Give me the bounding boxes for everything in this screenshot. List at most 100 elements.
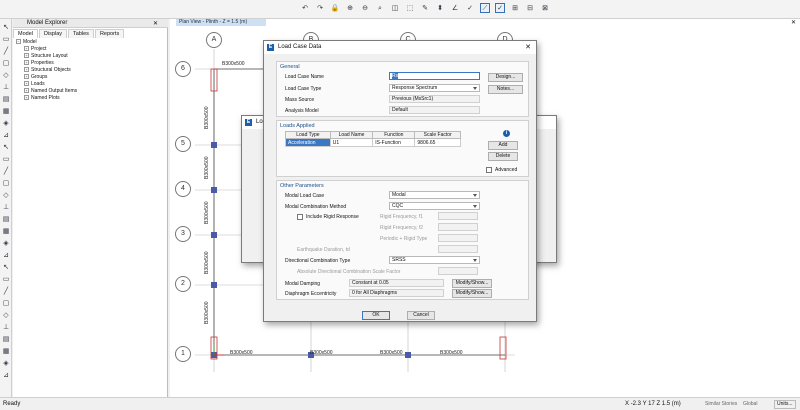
tab-display[interactable]: Display <box>38 29 68 38</box>
draw-tool-icon[interactable]: ▢ <box>1 298 11 308</box>
modify-damping-button[interactable]: Modify/Show... <box>452 279 492 288</box>
draw-tool-icon[interactable]: ⊿ <box>1 370 11 380</box>
draw-tool-icon[interactable]: ▤ <box>1 214 11 224</box>
notes-button[interactable]: Notes... <box>488 85 523 94</box>
toolbar-tool-icon[interactable]: ◫ <box>390 3 400 13</box>
toolbar-tool-icon[interactable]: ↶ <box>300 3 310 13</box>
draw-tool-icon[interactable]: ↖ <box>1 22 11 32</box>
toolbar-tool-icon[interactable]: ⬚ <box>405 3 415 13</box>
tab-reports[interactable]: Reports <box>94 29 125 38</box>
draw-tool-icon[interactable]: ▭ <box>1 34 11 44</box>
draw-tool-icon[interactable]: ▭ <box>1 274 11 284</box>
modal-load-case-select[interactable]: Modal <box>389 191 480 199</box>
delete-button[interactable]: Delete <box>488 152 518 161</box>
tree-node[interactable]: + Loads <box>24 81 45 87</box>
load-case-type-select[interactable]: Response Spectrum <box>389 84 480 92</box>
expand-icon[interactable]: + <box>24 53 29 59</box>
toolbar-tool-icon[interactable]: ↷ <box>315 3 325 13</box>
coordinate-system-dropdown[interactable]: Global <box>743 398 757 410</box>
load-name-cell[interactable]: U1 <box>329 138 374 147</box>
expand-icon[interactable]: + <box>24 81 29 87</box>
general-group: General Load Case Name Rs Load Case Type… <box>276 61 529 117</box>
toolbar-tool-icon[interactable]: 🔒 <box>330 3 340 13</box>
scale-factor-cell[interactable]: 9806.65 <box>414 138 461 147</box>
info-icon[interactable]: i <box>503 130 510 137</box>
tree-node[interactable]: + Groups <box>24 74 47 80</box>
draw-tool-icon[interactable]: ▤ <box>1 94 11 104</box>
toolbar-tool-icon[interactable]: ✓ <box>495 3 505 13</box>
draw-tool-icon[interactable]: ◇ <box>1 70 11 80</box>
draw-tool-icon[interactable]: ╱ <box>1 46 11 56</box>
load-case-name-input[interactable]: Rs <box>389 72 480 80</box>
draw-tool-icon[interactable]: ▢ <box>1 58 11 68</box>
table-row[interactable]: Acceleration U1 IS-Function 9806.65 <box>285 138 461 147</box>
units-button[interactable]: Units... <box>774 400 796 409</box>
close-icon[interactable]: ✕ <box>791 19 796 26</box>
plan-view-tab[interactable]: Plan View - Plinth - Z = 1.5 (m) <box>176 19 266 26</box>
tree-node[interactable]: + Named Output Items <box>24 88 77 94</box>
toolbar-tool-icon[interactable]: ⊖ <box>360 3 370 13</box>
expand-icon[interactable]: + <box>24 46 29 52</box>
draw-tool-icon[interactable]: ◈ <box>1 358 11 368</box>
toolbar-tool-icon[interactable]: ✓ <box>465 3 475 13</box>
draw-tool-icon[interactable]: ◇ <box>1 190 11 200</box>
draw-tool-icon[interactable]: ⊥ <box>1 202 11 212</box>
rigid-response-checkbox[interactable] <box>297 214 303 220</box>
draw-tool-icon[interactable]: ⊥ <box>1 322 11 332</box>
draw-tool-icon[interactable]: ▦ <box>1 226 11 236</box>
expand-icon[interactable]: + <box>24 67 29 73</box>
load-type-cell[interactable]: Acceleration <box>285 138 331 147</box>
ok-button[interactable]: OK <box>362 311 390 320</box>
modify-eccentricity-button[interactable]: Modify/Show... <box>452 289 492 298</box>
stories-dropdown[interactable]: Similar Stories <box>705 398 737 410</box>
tree-node[interactable]: − Model <box>16 39 37 45</box>
draw-tool-icon[interactable]: ⊿ <box>1 130 11 140</box>
draw-tool-icon[interactable]: ╱ <box>1 286 11 296</box>
tree-node[interactable]: + Structural Objects <box>24 67 71 73</box>
expand-icon[interactable]: + <box>24 60 29 66</box>
beam-label: B300x500 <box>204 301 210 324</box>
toolbar-tool-icon[interactable]: ∠ <box>450 3 460 13</box>
toolbar-tool-icon[interactable]: ⊟ <box>525 3 535 13</box>
draw-tool-icon[interactable]: ▦ <box>1 346 11 356</box>
expand-icon[interactable]: + <box>24 95 29 101</box>
draw-tool-icon[interactable]: ▤ <box>1 334 11 344</box>
draw-tool-icon[interactable]: ◇ <box>1 310 11 320</box>
toolbar-tool-icon[interactable]: ⟋ <box>480 3 490 13</box>
design-button[interactable]: Design... <box>488 73 523 82</box>
function-cell[interactable]: IS-Function <box>372 138 416 147</box>
expand-icon[interactable]: + <box>24 74 29 80</box>
cancel-button[interactable]: Cancel <box>407 311 435 320</box>
draw-tool-icon[interactable]: ▦ <box>1 106 11 116</box>
collapse-icon[interactable]: − <box>16 39 21 45</box>
toolbar-tool-icon[interactable]: ⌕ <box>375 3 385 13</box>
toolbar-tool-icon[interactable]: ✎ <box>420 3 430 13</box>
analysis-model-label: Analysis Model <box>285 108 319 114</box>
toolbar-tool-icon[interactable]: ⊞ <box>510 3 520 13</box>
close-icon[interactable]: ✕ <box>525 41 531 54</box>
draw-tool-icon[interactable]: ↖ <box>1 142 11 152</box>
tab-model[interactable]: Model <box>13 29 38 38</box>
toolbar-tool-icon[interactable]: ⊠ <box>540 3 550 13</box>
directional-combination-select[interactable]: SRSS <box>389 256 480 264</box>
advanced-checkbox[interactable] <box>486 167 492 173</box>
draw-tool-icon[interactable]: ⊿ <box>1 250 11 260</box>
modal-combination-select[interactable]: CQC <box>389 202 480 210</box>
toolbar-tool-icon[interactable]: ⊕ <box>345 3 355 13</box>
toolbar-tool-icon[interactable]: ⬍ <box>435 3 445 13</box>
draw-tool-icon[interactable]: ◈ <box>1 118 11 128</box>
tree-node[interactable]: + Properties <box>24 60 54 66</box>
tree-node[interactable]: + Structure Layout <box>24 53 68 59</box>
draw-tool-icon[interactable]: ▢ <box>1 178 11 188</box>
draw-tool-icon[interactable]: ▭ <box>1 154 11 164</box>
draw-tool-icon[interactable]: ◈ <box>1 238 11 248</box>
draw-tool-icon[interactable]: ╱ <box>1 166 11 176</box>
draw-tool-icon[interactable]: ⊥ <box>1 82 11 92</box>
expand-icon[interactable]: + <box>24 88 29 94</box>
add-button[interactable]: Add <box>488 141 518 150</box>
close-icon[interactable]: ✕ <box>153 20 158 27</box>
tree-node[interactable]: + Project <box>24 46 47 52</box>
draw-tool-icon[interactable]: ↖ <box>1 262 11 272</box>
tree-node[interactable]: + Named Plots <box>24 95 60 101</box>
tab-tables[interactable]: Tables <box>68 29 94 38</box>
